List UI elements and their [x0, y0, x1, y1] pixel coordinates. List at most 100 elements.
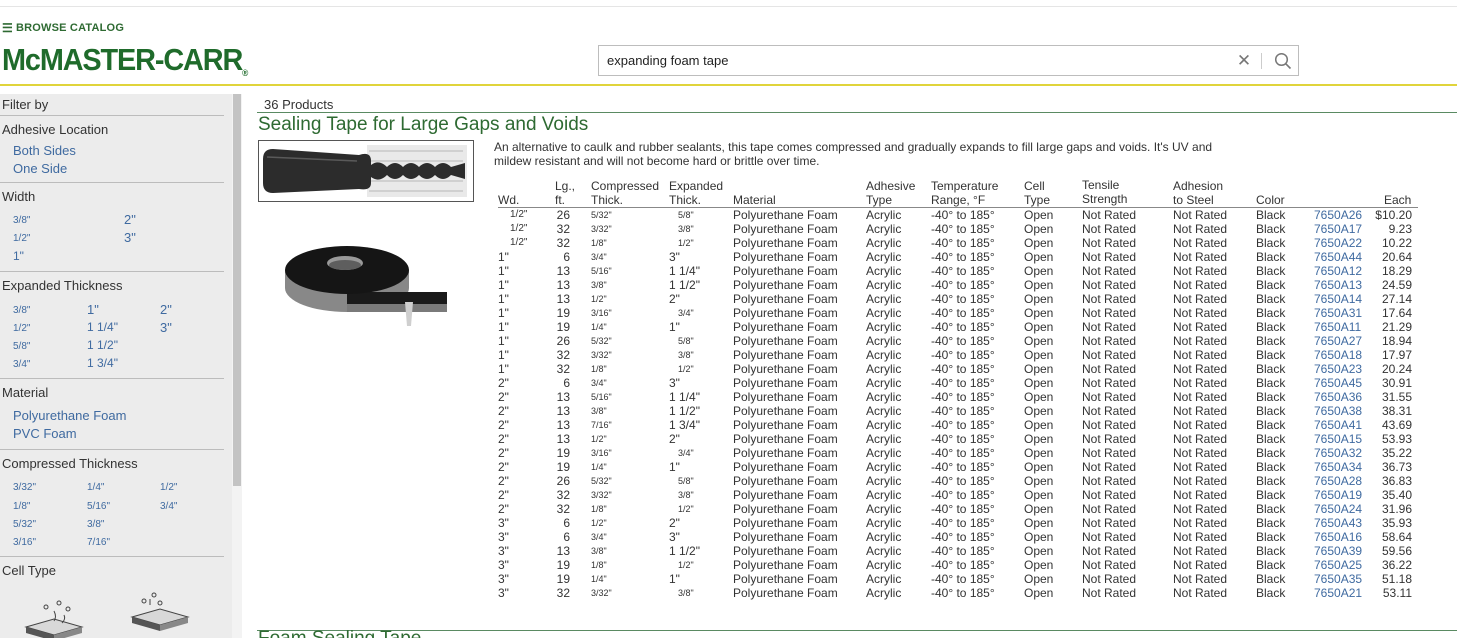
filter-option[interactable]: 1"	[87, 302, 99, 317]
filter-option[interactable]: 3/8"	[13, 215, 30, 226]
cell-temperature: -40° to 185°	[931, 586, 995, 600]
cell-adhesion: Not Rated	[1173, 390, 1228, 404]
filter-option[interactable]: 3/4"	[13, 359, 30, 370]
filter-option[interactable]: Polyurethane Foam	[13, 408, 126, 423]
filter-option[interactable]: 1 1/2"	[87, 338, 118, 352]
filter-option[interactable]: 3/8"	[87, 519, 104, 530]
search-icon[interactable]	[1268, 46, 1298, 75]
col-header-adhesive-2: Type	[866, 193, 893, 207]
cell-temperature: -40° to 185°	[931, 432, 995, 446]
cell-temperature: -40° to 185°	[931, 208, 995, 222]
cell-material: Polyurethane Foam	[733, 208, 838, 222]
cell-width: 1/2"	[510, 209, 528, 220]
cell-cell-type: Open	[1024, 222, 1054, 236]
filter-option[interactable]: 3/16"	[13, 537, 36, 548]
cell-expanded: 1"	[669, 460, 680, 474]
filter-option[interactable]: 3"	[160, 320, 172, 335]
col-header-tensile: Tensile	[1082, 178, 1120, 192]
cell-cell-type: Open	[1024, 264, 1054, 278]
filter-option[interactable]: 7/16"	[87, 537, 110, 548]
filter-option[interactable]: 1"	[13, 249, 24, 263]
filter-option[interactable]: One Side	[13, 161, 67, 176]
cell-adhesion: Not Rated	[1173, 404, 1228, 418]
cell-adhesive: Acrylic	[866, 208, 902, 222]
cell-tensile: Not Rated	[1082, 404, 1137, 418]
cell-width: 2"	[498, 404, 509, 418]
filter-option[interactable]: 5/8"	[13, 341, 30, 352]
filter-option[interactable]: 5/16"	[87, 501, 110, 512]
filter-option[interactable]: 1 3/4"	[87, 356, 118, 370]
mcmaster-logo[interactable]: McMASTER-CARR®	[2, 42, 248, 78]
cell-price: 58.64	[1381, 530, 1412, 544]
open-cell-icon[interactable]	[24, 597, 86, 638]
clear-search-icon[interactable]: ✕	[1233, 51, 1255, 71]
cell-adhesion: Not Rated	[1173, 306, 1228, 320]
col-header-temperature-2: Range, °F	[931, 193, 986, 207]
cell-cell-type: Open	[1024, 376, 1054, 390]
cell-expanded: 1/2"	[678, 364, 694, 374]
cell-compressed: 3/4"	[591, 532, 607, 542]
filter-option[interactable]: 3/8"	[13, 305, 30, 316]
cell-width: 2"	[498, 460, 509, 474]
filter-option[interactable]: 1/2"	[160, 482, 177, 493]
cell-length: 32	[556, 362, 570, 376]
cell-temperature: -40° to 185°	[931, 250, 995, 264]
filter-option[interactable]: 1/2"	[13, 323, 30, 334]
next-section-title: Foam Sealing Tape	[258, 628, 421, 638]
cell-color: Black	[1256, 516, 1286, 530]
cell-cell-type: Open	[1024, 530, 1054, 544]
cell-color: Black	[1256, 474, 1286, 488]
cell-cell-type: Open	[1024, 404, 1054, 418]
filter-option[interactable]: 3/32"	[13, 482, 36, 493]
cell-adhesive: Acrylic	[866, 376, 902, 390]
filter-option[interactable]: 1 1/4"	[87, 320, 118, 334]
cell-width: 1"	[498, 264, 509, 278]
cell-length: 32	[556, 348, 570, 362]
cell-cell-type: Open	[1024, 278, 1054, 292]
cell-color: Black	[1256, 390, 1286, 404]
cell-material: Polyurethane Foam	[733, 250, 838, 264]
cell-tensile: Not Rated	[1082, 250, 1137, 264]
search-input[interactable]	[599, 46, 1233, 75]
filter-option[interactable]: 1/4"	[87, 482, 104, 493]
cell-length: 13	[556, 278, 570, 292]
closed-cell-icon[interactable]	[130, 587, 192, 631]
filter-section-title: Compressed Thickness	[2, 456, 138, 471]
sidebar-scrollbar[interactable]	[232, 94, 242, 638]
tape-profile-image[interactable]	[258, 140, 474, 202]
section-divider	[257, 630, 1457, 631]
col-header-tensile-2: Strength	[1082, 192, 1128, 206]
filter-option[interactable]: 3"	[124, 230, 136, 245]
cell-width: 1"	[498, 278, 509, 292]
filter-option[interactable]: 5/32"	[13, 519, 36, 530]
cell-cell-type: Open	[1024, 488, 1054, 502]
cell-compressed: 1/2"	[591, 518, 607, 528]
cell-adhesion: Not Rated	[1173, 544, 1228, 558]
cell-compressed: 1/8"	[591, 238, 607, 248]
cell-expanded: 3/4"	[678, 448, 694, 458]
filter-option[interactable]: 1/2"	[13, 233, 30, 244]
filter-option[interactable]: Both Sides	[13, 143, 76, 158]
filter-option[interactable]: 2"	[124, 212, 136, 227]
col-header-lg-unit: ft.	[555, 193, 566, 207]
filter-option[interactable]: 3/4"	[160, 501, 177, 512]
cell-color: Black	[1256, 236, 1286, 250]
cell-price: 9.23	[1388, 222, 1412, 236]
cell-width: 2"	[498, 376, 509, 390]
cell-tensile: Not Rated	[1082, 376, 1137, 390]
cell-temperature: -40° to 185°	[931, 404, 995, 418]
filter-option[interactable]: PVC Foam	[13, 426, 77, 441]
scrollbar-thumb[interactable]	[233, 94, 241, 486]
cell-color: Black	[1256, 362, 1286, 376]
filter-option[interactable]: 1/8"	[13, 501, 30, 512]
tape-roll-image[interactable]	[283, 240, 449, 328]
cell-length: 19	[556, 446, 570, 460]
browse-catalog-button[interactable]: ☰ BROWSE CATALOG	[2, 21, 124, 35]
cell-color: Black	[1256, 264, 1286, 278]
cell-expanded: 3/8"	[678, 224, 694, 234]
filter-option[interactable]: 2"	[160, 302, 172, 317]
cell-adhesion: Not Rated	[1173, 236, 1228, 250]
cell-price: 59.56	[1381, 544, 1412, 558]
cell-material: Polyurethane Foam	[733, 432, 838, 446]
cell-cell-type: Open	[1024, 418, 1054, 432]
